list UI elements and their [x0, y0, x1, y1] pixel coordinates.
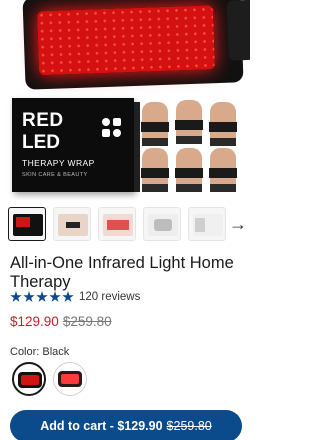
swatch-black[interactable] — [12, 362, 46, 396]
add-to-cart-compare-price: $259.80 — [166, 419, 212, 433]
product-hero-image[interactable]: RED LED THERAPY WRAP SKIN CARE & BEAUTY — [0, 0, 250, 200]
led-wrap-belt-image — [22, 0, 250, 90]
brand-logo-icon — [102, 118, 121, 137]
lifestyle-people-image — [138, 98, 246, 194]
thumbnail-strip — [8, 207, 228, 241]
star-icon — [23, 291, 35, 302]
led-panel — [36, 5, 216, 76]
product-box: RED LED THERAPY WRAP SKIN CARE & BEAUTY — [12, 98, 140, 192]
add-to-cart-label: Add to cart - — [40, 419, 118, 433]
star-icon — [62, 291, 74, 302]
product-title: All-in-One Infrared Light Home Therapy — [10, 254, 234, 291]
thumbnail-5[interactable] — [188, 207, 226, 241]
box-text-therapy-wrap: THERAPY WRAP — [22, 158, 95, 168]
thumbnail-2[interactable] — [53, 207, 91, 241]
star-icon — [36, 291, 48, 302]
thumbnail-4[interactable] — [143, 207, 181, 241]
add-to-cart-button[interactable]: Add to cart - $129.90 $259.80 — [10, 410, 242, 440]
rating[interactable]: 120 reviews — [10, 290, 140, 304]
chevron-right-icon[interactable]: → — [228, 212, 248, 236]
star-icon — [49, 291, 61, 302]
price-row: $129.90 $259.80 — [10, 314, 112, 329]
review-count[interactable]: 120 reviews — [79, 291, 140, 303]
sale-price: $129.90 — [10, 314, 59, 329]
box-text-skin-care: SKIN CARE & BEAUTY — [22, 172, 88, 178]
belt-strap — [226, 0, 250, 61]
compare-at-price: $259.80 — [62, 314, 112, 329]
box-text-led: LED — [22, 132, 60, 153]
swatch-alt[interactable] — [53, 362, 87, 396]
add-to-cart-price: $129.90 — [117, 419, 163, 433]
thumbnail-3[interactable] — [98, 207, 136, 241]
color-label: Color: Black — [10, 346, 70, 358]
star-icon — [10, 291, 22, 302]
color-swatches — [12, 362, 87, 396]
star-rating — [10, 291, 74, 303]
box-text-red: RED — [22, 110, 64, 131]
thumbnail-1[interactable] — [8, 207, 46, 241]
